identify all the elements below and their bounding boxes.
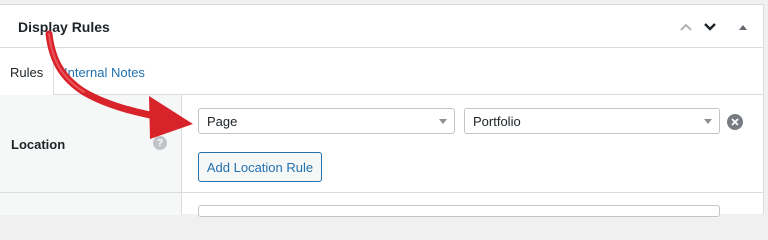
chevron-down-icon	[439, 119, 447, 124]
rule-label-column	[0, 95, 182, 215]
chevron-up-icon[interactable]	[676, 17, 696, 37]
location-value-select[interactable]: Portfolio	[464, 108, 720, 134]
row-divider	[0, 192, 764, 193]
location-label: Location	[11, 137, 66, 152]
tab-internal-notes[interactable]: Internal Notes	[64, 65, 145, 80]
help-icon[interactable]: ?	[153, 136, 167, 150]
location-value-value: Portfolio	[473, 114, 521, 129]
panel-header: Display Rules	[0, 5, 764, 48]
chevron-down-icon[interactable]	[700, 17, 720, 37]
remove-rule-icon[interactable]	[727, 114, 743, 130]
next-row-field[interactable]	[198, 205, 720, 217]
location-param-value: Page	[207, 114, 238, 129]
tab-bar: Rules Internal Notes	[0, 48, 764, 95]
add-location-rule-button[interactable]: Add Location Rule	[198, 152, 322, 182]
location-param-select[interactable]: Page	[198, 108, 455, 134]
triangle-up-icon[interactable]	[733, 17, 753, 37]
chevron-down-icon	[704, 119, 712, 124]
panel-title: Display Rules	[18, 19, 110, 35]
tab-rules[interactable]: Rules	[10, 65, 43, 80]
